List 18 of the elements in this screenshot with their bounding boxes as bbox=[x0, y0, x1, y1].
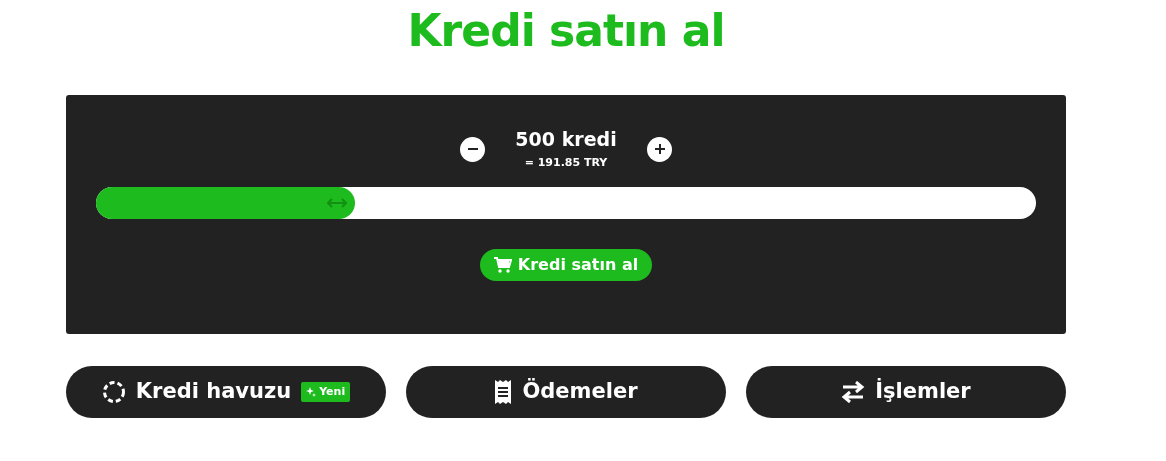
nav-button[interactable]: İşlemler bbox=[746, 366, 1066, 418]
slider-track[interactable] bbox=[96, 187, 1036, 219]
nav-button[interactable]: Ödemeler bbox=[406, 366, 726, 418]
resize-icon bbox=[326, 198, 347, 208]
swap-arrows-icon bbox=[841, 381, 866, 403]
sparkle-icon bbox=[306, 387, 317, 397]
decrease-button[interactable] bbox=[460, 136, 485, 162]
increase-button[interactable] bbox=[647, 136, 672, 162]
receipt-icon bbox=[494, 380, 513, 404]
credit-amount: 500 kredi bbox=[514, 127, 618, 152]
new-badge: Yeni bbox=[301, 381, 351, 403]
cart-icon bbox=[493, 257, 512, 273]
nav-button[interactable]: Kredi havuzu Yeni bbox=[66, 366, 386, 418]
slider-fill[interactable] bbox=[96, 187, 355, 219]
page-title: Kredi satın al bbox=[406, 4, 726, 58]
price-text: = 191.85 TRY bbox=[523, 155, 609, 171]
dashed-circle-icon bbox=[101, 380, 126, 404]
plus-icon bbox=[653, 143, 666, 155]
